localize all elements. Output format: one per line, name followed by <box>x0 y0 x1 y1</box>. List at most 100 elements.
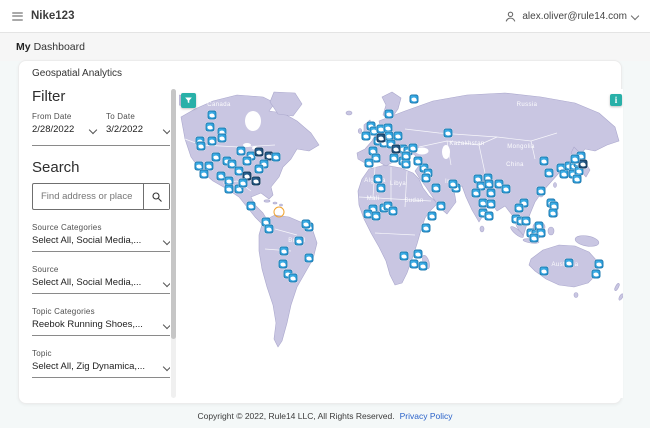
map-marker-twitter[interactable] <box>486 188 496 198</box>
map-marker-twitter[interactable] <box>376 183 386 193</box>
map-marker-twitter[interactable] <box>361 131 371 141</box>
map-marker-twitter[interactable] <box>544 168 554 178</box>
map-marker-twitter[interactable] <box>448 179 458 189</box>
map-marker-twitter[interactable] <box>271 152 281 162</box>
map-marker-twitter[interactable] <box>254 147 264 157</box>
map-marker-twitter[interactable] <box>211 152 221 162</box>
map-marker-twitter[interactable] <box>427 211 437 221</box>
map-marker-twitter[interactable] <box>205 122 215 132</box>
twitter-bird-icon <box>229 161 235 167</box>
scrollbar-thumb[interactable] <box>171 89 176 339</box>
map-marker-twitter[interactable] <box>421 223 431 233</box>
map-marker-twitter[interactable] <box>408 143 418 153</box>
source-categories-label: Source Categories <box>32 223 102 232</box>
world-map[interactable]: CanadaRussiaKazakhstanMongoliaChinaIranA… <box>179 89 623 398</box>
twitter-bird-icon <box>445 130 451 136</box>
from-date-select[interactable]: 2/28/2022 <box>32 124 98 135</box>
map-marker-twitter[interactable] <box>536 186 546 196</box>
map-marker-twitter[interactable] <box>443 128 453 138</box>
hamburger-menu-icon[interactable] <box>12 11 23 21</box>
map-marker-twitter[interactable] <box>371 211 381 221</box>
map-marker-twitter[interactable] <box>591 269 601 279</box>
to-date-field: To Date 3/2/2022 <box>106 112 170 135</box>
map-marker-twitter[interactable] <box>521 216 531 226</box>
map-marker-twitter[interactable] <box>376 133 386 143</box>
map-marker-twitter[interactable] <box>484 179 494 189</box>
map-marker-twitter[interactable] <box>207 136 217 146</box>
map-marker-twitter[interactable] <box>548 208 558 218</box>
search-button[interactable] <box>143 184 169 209</box>
twitter-bird-icon <box>480 200 486 206</box>
twitter-bird-icon <box>450 181 456 187</box>
map-marker-twitter[interactable] <box>409 259 419 269</box>
to-date-select[interactable]: 3/2/2022 <box>106 124 170 135</box>
map-marker-twitter[interactable] <box>294 236 304 246</box>
map-marker-twitter[interactable] <box>278 259 288 269</box>
map-marker-twitter[interactable] <box>413 156 423 166</box>
map-marker-twitter[interactable] <box>529 233 539 243</box>
topic-categories-select[interactable]: Reebok Running Shoes,... <box>32 319 170 336</box>
map-marker-twitter[interactable] <box>224 184 234 194</box>
map-marker-twitter[interactable] <box>539 266 549 276</box>
map-marker-twitter[interactable] <box>418 261 428 271</box>
map-marker-twitter[interactable] <box>217 133 227 143</box>
map-marker-twitter[interactable] <box>393 131 403 141</box>
map-marker-twitter[interactable] <box>436 201 446 211</box>
map-marker-twitter[interactable] <box>364 158 374 168</box>
map-marker-twitter[interactable] <box>264 224 274 234</box>
map-marker-twitter[interactable] <box>304 253 314 263</box>
map-marker-twitter[interactable] <box>196 141 206 151</box>
map-marker-twitter[interactable] <box>207 110 217 120</box>
map-marker-twitter[interactable] <box>559 169 569 179</box>
privacy-policy-link[interactable]: Privacy Policy <box>400 411 453 421</box>
map-marker-twitter[interactable] <box>246 201 256 211</box>
source-categories-select[interactable]: Select All, Social Media,... <box>32 235 170 252</box>
filter-panel-scrollbar <box>171 89 176 398</box>
map-marker-twitter[interactable] <box>238 178 248 188</box>
map-marker-twitter[interactable] <box>401 151 411 161</box>
map-marker-twitter[interactable] <box>236 146 246 156</box>
topic-select[interactable]: Select All, Zig Dynamica,... <box>32 361 170 378</box>
map-marker-twitter[interactable] <box>484 211 494 221</box>
map-marker-twitter[interactable] <box>564 258 574 268</box>
twitter-bird-icon <box>420 263 426 269</box>
twitter-bird-icon <box>226 186 232 192</box>
source-select[interactable]: Select All, Social Media,... <box>32 277 170 294</box>
search-input[interactable] <box>33 184 143 209</box>
map-marker-twitter[interactable] <box>409 94 419 104</box>
twitter-bird-icon <box>415 251 421 257</box>
map-marker-twitter[interactable] <box>572 174 582 184</box>
map-marker-twitter[interactable] <box>594 259 604 269</box>
map-marker-twitter[interactable] <box>388 206 398 216</box>
map-marker-twitter[interactable] <box>401 159 411 169</box>
map-marker-twitter[interactable] <box>279 246 289 256</box>
twitter-bird-icon <box>486 213 492 219</box>
map-marker-twitter[interactable] <box>199 169 209 179</box>
twitter-bird-icon <box>206 163 212 169</box>
map-marker-twitter[interactable] <box>431 183 441 193</box>
map-info-button[interactable]: i <box>610 94 622 106</box>
user-menu[interactable]: alex.oliver@rule14.com <box>504 10 640 23</box>
map-marker-twitter[interactable] <box>421 173 431 183</box>
map-marker-twitter[interactable] <box>539 156 549 166</box>
map-marker-twitter[interactable] <box>413 249 423 259</box>
map-marker-twitter[interactable] <box>514 203 524 213</box>
map-marker-twitter[interactable] <box>301 219 311 229</box>
map-marker-twitter[interactable] <box>570 154 580 164</box>
map-marker-twitter[interactable] <box>399 251 409 261</box>
map-marker-twitter[interactable] <box>391 144 401 154</box>
map-marker-twitter[interactable] <box>242 156 252 166</box>
map-marker-twitter[interactable] <box>384 109 394 119</box>
map-marker-twitter[interactable] <box>471 188 481 198</box>
map-marker-twitter[interactable] <box>254 164 264 174</box>
map-marker-twitter[interactable] <box>578 159 588 169</box>
map-marker-twitter[interactable] <box>373 174 383 184</box>
map-marker-twitter[interactable] <box>501 184 511 194</box>
twitter-bird-icon <box>385 125 391 131</box>
map-filter-button[interactable] <box>181 93 196 108</box>
topic-label: Topic <box>32 349 52 358</box>
map-marker-twitter[interactable] <box>251 176 261 186</box>
map-marker-twitter[interactable] <box>486 199 496 209</box>
map-marker-twitter[interactable] <box>288 273 298 283</box>
map-marker-twitter[interactable] <box>389 153 399 163</box>
